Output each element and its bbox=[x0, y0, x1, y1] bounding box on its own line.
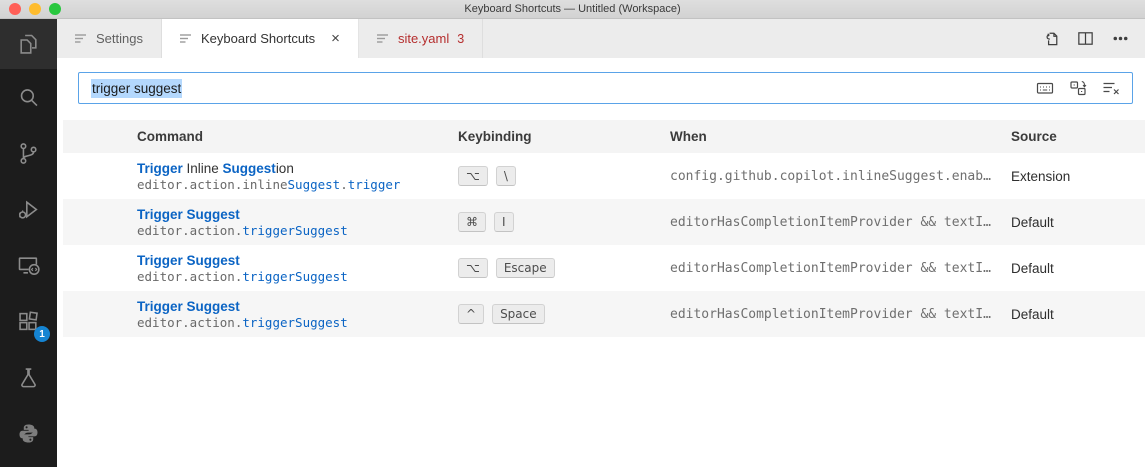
header-source[interactable]: Source bbox=[1011, 120, 1057, 153]
record-keys-icon[interactable] bbox=[1036, 79, 1054, 97]
table-row[interactable]: Trigger Suggest editor.action.triggerSugg… bbox=[63, 199, 1145, 245]
activity-item-remote-explorer[interactable] bbox=[0, 237, 57, 293]
keycap: Escape bbox=[495, 258, 555, 278]
keybindings-table: Command Keybinding When Source Trigger I… bbox=[63, 120, 1145, 337]
testing-beaker-icon bbox=[21, 367, 36, 387]
activity-item-explorer[interactable] bbox=[0, 19, 57, 69]
file-icon bbox=[376, 33, 388, 43]
tab-label: Settings bbox=[96, 31, 143, 46]
settings-editor-icon bbox=[75, 33, 86, 43]
command-id: editor.action.triggerSuggest bbox=[137, 314, 348, 330]
source-control-icon bbox=[20, 142, 37, 164]
keyboard-shortcuts-editor: trigger suggest Command Keybinding When … bbox=[57, 58, 1145, 467]
close-tab-icon[interactable]: × bbox=[331, 31, 340, 46]
activity-item-extensions[interactable]: 1 bbox=[0, 293, 57, 349]
window-title: Keyboard Shortcuts — Untitled (Workspace… bbox=[464, 3, 681, 15]
header-when[interactable]: When bbox=[670, 120, 707, 153]
python-icon bbox=[19, 424, 38, 442]
shortcut-rows: Trigger Inline Suggestion editor.action.i… bbox=[63, 153, 1145, 337]
header-command[interactable]: Command bbox=[137, 120, 203, 153]
command-id: editor.action.triggerSuggest bbox=[137, 222, 348, 238]
command-cell: Trigger Suggest editor.action.triggerSugg… bbox=[137, 199, 348, 245]
source-cell: Default bbox=[1011, 306, 1054, 322]
tab-label: site.yaml bbox=[397, 31, 450, 46]
tab-keyboard-shortcuts[interactable]: Keyboard Shortcuts × bbox=[161, 19, 359, 58]
activity-bar: 1 bbox=[0, 19, 57, 467]
more-actions-icon[interactable] bbox=[1111, 29, 1130, 48]
command-cell: Trigger Suggest editor.action.triggerSugg… bbox=[137, 291, 348, 337]
search-value: trigger suggest bbox=[91, 78, 183, 98]
activity-item-python[interactable] bbox=[0, 405, 57, 461]
keybinding-cell: ⌥ Escape bbox=[458, 245, 555, 291]
keycap: ⌥ bbox=[458, 258, 488, 278]
keycap: ⌥ bbox=[458, 166, 488, 186]
title-bar: Keyboard Shortcuts — Untitled (Workspace… bbox=[0, 0, 1145, 19]
table-row[interactable]: Trigger Suggest editor.action.triggerSugg… bbox=[63, 245, 1145, 291]
command-name: Trigger Suggest bbox=[137, 252, 240, 268]
sort-by-precedence-icon[interactable] bbox=[1069, 79, 1087, 97]
split-editor-icon[interactable] bbox=[1076, 29, 1095, 48]
tab-problems-badge: 3 bbox=[457, 31, 465, 46]
header-keybinding[interactable]: Keybinding bbox=[458, 120, 532, 153]
extensions-badge: 1 bbox=[34, 326, 50, 342]
tab-bar: Settings Keyboard Shortcuts × site.yaml … bbox=[57, 19, 1145, 58]
when-cell: editorHasCompletionItemProvider && textI… bbox=[670, 306, 991, 322]
activity-item-run-debug[interactable] bbox=[0, 181, 57, 237]
when-cell: editorHasCompletionItemProvider && textI… bbox=[670, 214, 991, 230]
tab-label: Keyboard Shortcuts bbox=[200, 31, 316, 46]
keybindings-search-input[interactable]: trigger suggest bbox=[78, 72, 1133, 104]
keybinding-cell: ^ Space bbox=[458, 291, 545, 337]
search-actions bbox=[1036, 79, 1120, 97]
tab-site-yaml[interactable]: site.yaml 3 bbox=[359, 19, 484, 58]
keyboard-shortcuts-editor-icon bbox=[179, 33, 191, 43]
command-cell: Trigger Suggest editor.action.triggerSugg… bbox=[137, 245, 348, 291]
keycap: Space bbox=[492, 304, 545, 324]
command-name: Trigger Suggest bbox=[137, 206, 240, 222]
command-id: editor.action.inlineSuggest.trigger bbox=[137, 176, 401, 192]
table-row[interactable]: Trigger Suggest editor.action.triggerSugg… bbox=[63, 291, 1145, 337]
keycap: I bbox=[494, 212, 514, 232]
keycap: ⌘ bbox=[458, 212, 486, 232]
source-cell: Default bbox=[1011, 214, 1054, 230]
keybinding-cell: ⌥ \ bbox=[458, 153, 516, 199]
source-cell: Extension bbox=[1011, 168, 1071, 184]
run-debug-icon bbox=[18, 200, 38, 219]
activity-item-source-control[interactable] bbox=[0, 125, 57, 181]
keycap: \ bbox=[495, 166, 516, 186]
when-cell: editorHasCompletionItemProvider && textI… bbox=[670, 260, 991, 276]
command-id: editor.action.triggerSuggest bbox=[137, 268, 348, 284]
when-cell: config.github.copilot.inlineSuggest.enab… bbox=[670, 168, 991, 184]
command-cell: Trigger Inline Suggestion editor.action.i… bbox=[137, 153, 400, 199]
activity-item-testing[interactable] bbox=[0, 349, 57, 405]
tab-settings[interactable]: Settings bbox=[57, 19, 162, 58]
table-row[interactable]: Trigger Inline Suggestion editor.action.i… bbox=[63, 153, 1145, 199]
clear-keybindings-search-icon[interactable] bbox=[1102, 79, 1120, 97]
activity-item-search[interactable] bbox=[0, 69, 57, 125]
remote-explorer-icon bbox=[18, 256, 40, 275]
command-name: Trigger Suggest bbox=[137, 298, 240, 314]
search-icon bbox=[20, 88, 38, 106]
command-name: Trigger Inline Suggestion bbox=[137, 160, 294, 176]
table-header: Command Keybinding When Source bbox=[63, 120, 1145, 153]
editor-actions bbox=[1041, 19, 1145, 58]
files-icon bbox=[20, 34, 37, 54]
keycap: ^ bbox=[458, 304, 485, 324]
open-keyboard-shortcuts-json-icon[interactable] bbox=[1041, 29, 1060, 48]
source-cell: Default bbox=[1011, 260, 1054, 276]
keybinding-cell: ⌘ I bbox=[458, 199, 514, 245]
